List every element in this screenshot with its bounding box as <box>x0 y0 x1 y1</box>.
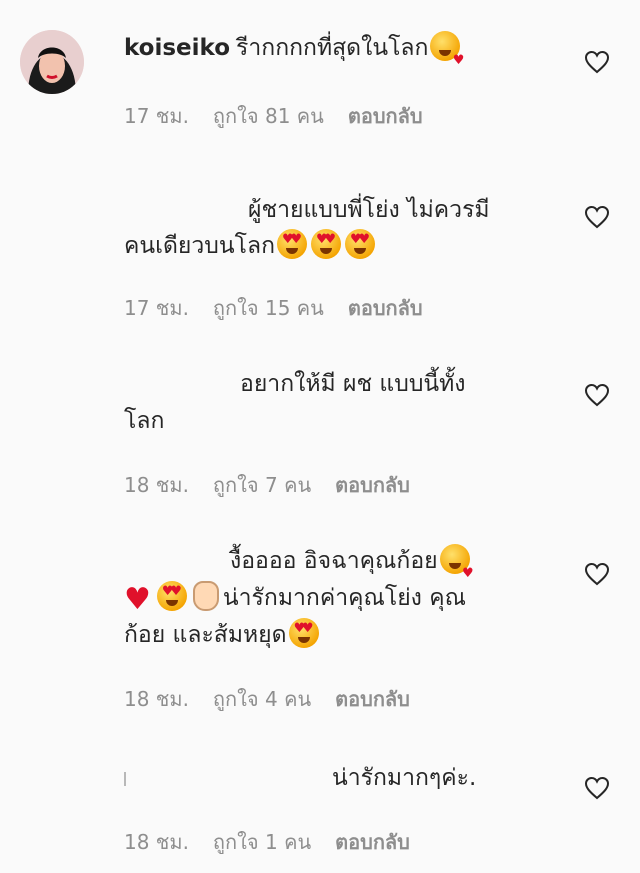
comment-time: 17 ชม. <box>124 296 189 320</box>
comment-line: โลก <box>124 408 165 434</box>
comment-line: งื้ออออ อิจฉาคุณก้อย <box>230 543 474 592</box>
reply-button[interactable]: ตอบกลับ <box>335 473 410 497</box>
comment-meta: 17 ชม. ถูกใจ 15 คน ตอบกลับ <box>124 292 447 324</box>
avatar[interactable] <box>20 30 84 94</box>
comment-line-text: คนเดียวบนโลก <box>124 233 275 259</box>
comment-time: 17 ชม. <box>124 104 189 128</box>
comment-meta: 18 ชม. ถูกใจ 4 คน ตอบกลับ <box>124 683 434 715</box>
heart-eyes-emoji-icon <box>156 581 187 611</box>
comment-meta: 18 ชม. ถูกใจ 7 คน ตอบกลับ <box>124 469 434 501</box>
comment-item: koiseikoรีากกกกที่สุดในโลก 17 ชม. ถูกใจ 8… <box>0 0 640 150</box>
comment-line: ผู้ชายแบบพี่โย่ง ไม่ควรมี <box>248 197 490 223</box>
comment-line: น่ารักมากๆค่ะ. <box>332 765 477 791</box>
comment-text: koiseiko รีากกกกที่สุดในโลก <box>124 30 464 79</box>
heart-eyes-emoji-icon <box>345 229 375 259</box>
heart-eyes-emoji-icon <box>277 229 307 259</box>
kiss-emoji-icon <box>439 544 474 592</box>
comment-line: คนเดียวบนโลก <box>124 228 377 264</box>
kiss-emoji-icon <box>430 31 464 79</box>
comment-line-text: น่ารักมากค่าคุณโย่ง คุณ <box>222 585 466 611</box>
heart-eyes-emoji-icon <box>288 618 319 648</box>
text-cursor <box>124 772 126 786</box>
comment-likes[interactable]: ถูกใจ 81 คน <box>213 104 324 128</box>
comment-line: อยากให้มี ผช แบบนี้ทั้ง <box>240 371 466 397</box>
reply-button[interactable]: ตอบกลับ <box>335 830 410 854</box>
comment-meta: 17 ชม. ถูกใจ 81 คน ตอบกลับ <box>124 100 447 132</box>
like-heart-icon[interactable] <box>584 205 610 229</box>
comment-time: 18 ชม. <box>124 473 189 497</box>
comment-likes[interactable]: ถูกใจ 1 คน <box>213 830 311 854</box>
comment-likes[interactable]: ถูกใจ 15 คน <box>213 296 324 320</box>
like-heart-icon[interactable] <box>584 50 610 74</box>
comment-likes[interactable]: ถูกใจ 7 คน <box>213 473 311 497</box>
comment-likes[interactable]: ถูกใจ 4 คน <box>213 687 311 711</box>
ok-hand-emoji-icon <box>192 581 219 611</box>
comment-line: ก้อย และส้มหยุด <box>124 617 321 653</box>
comment-body: รีากกกกที่สุดในโลก <box>236 35 429 61</box>
comment-time: 18 ชม. <box>124 687 189 711</box>
heart-eyes-emoji-icon <box>311 229 341 259</box>
like-heart-icon[interactable] <box>584 383 610 407</box>
comment-line-text: งื้ออออ อิจฉาคุณก้อย <box>230 548 438 574</box>
like-heart-icon[interactable] <box>584 562 610 586</box>
comment-username[interactable]: koiseiko <box>124 35 230 61</box>
comment-meta: 18 ชม. ถูกใจ 1 คน ตอบกลับ <box>124 826 434 858</box>
reply-button[interactable]: ตอบกลับ <box>335 687 410 711</box>
comment-time: 18 ชม. <box>124 830 189 854</box>
reply-button[interactable]: ตอบกลับ <box>348 104 423 128</box>
comment-line: ♥ น่ารักมากค่าคุณโย่ง คุณ <box>124 580 466 618</box>
red-heart-emoji-icon: ♥ <box>124 582 151 617</box>
comment-line-text: ก้อย และส้มหยุด <box>124 622 287 648</box>
like-heart-icon[interactable] <box>584 776 610 800</box>
reply-button[interactable]: ตอบกลับ <box>348 296 423 320</box>
